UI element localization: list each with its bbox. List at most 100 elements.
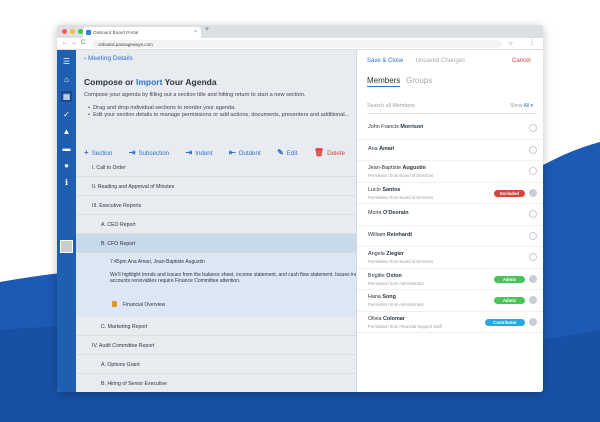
save-close-button[interactable]: Save & Close xyxy=(367,58,403,64)
member-name: Ana Amari xyxy=(368,146,394,152)
member-select-checkbox[interactable] xyxy=(529,145,537,154)
member-last-name: O'Deorain xyxy=(382,210,409,216)
browser-tab[interactable]: OnBoard Board Portal × xyxy=(83,27,201,38)
show-value: All xyxy=(523,103,530,109)
close-window-dot[interactable] xyxy=(62,29,67,34)
minimize-window-dot[interactable] xyxy=(70,29,75,34)
member-row[interactable]: Jean-Baptiste Augustin Permission from Bo… xyxy=(357,161,543,183)
member-name: Angela Ziegler xyxy=(368,251,404,257)
agenda-item[interactable]: IV. Audit Committee Report xyxy=(76,336,356,355)
member-select-checkbox[interactable] xyxy=(529,274,537,283)
member-permission: Permission from Board of Directors xyxy=(368,259,434,264)
attached-document[interactable]: Financial Overview xyxy=(112,301,165,308)
member-first-name: Jean-Baptiste xyxy=(368,165,403,171)
search-members-input[interactable]: Search all Members xyxy=(367,103,415,109)
member-row[interactable]: Moira O'Deorain xyxy=(357,204,543,226)
add-section-button[interactable]: + Section xyxy=(84,148,112,157)
reload-icon[interactable]: C xyxy=(81,40,85,46)
edit-button[interactable]: ✎ Edit xyxy=(277,148,297,157)
member-name: Olivia Colomar xyxy=(368,316,405,322)
members-list: John Francis Morrison Ana Amari Jean-Bapti… xyxy=(357,118,543,333)
button-label: Section xyxy=(91,150,113,157)
back-arrow-icon[interactable]: ← xyxy=(62,40,68,46)
member-select-checkbox[interactable] xyxy=(529,210,537,218)
bullet-item: • Edit your section details to manage pe… xyxy=(88,112,350,118)
role-badge[interactable]: Admin xyxy=(494,297,525,304)
member-row[interactable]: Olivia Colomar Permission from Financial … xyxy=(357,312,543,333)
user-icon[interactable]: ● xyxy=(61,160,72,171)
agenda-subitem[interactable]: A. Options Grant xyxy=(76,355,356,374)
member-select-checkbox[interactable] xyxy=(529,317,537,326)
import-link[interactable]: Import xyxy=(136,77,162,87)
browser-menu-icon[interactable]: ⋮ xyxy=(529,39,535,46)
member-row[interactable]: John Francis Morrison xyxy=(357,118,543,140)
member-last-name: Ziegler xyxy=(386,251,404,257)
member-row[interactable]: Ana Amari xyxy=(357,140,543,161)
member-permission: Permission from Board of Directors xyxy=(368,173,434,178)
member-row[interactable]: William Reinhardt xyxy=(357,226,543,247)
member-name: Hana Song xyxy=(368,294,396,300)
member-select-checkbox[interactable] xyxy=(529,167,537,175)
unsaved-changes-status: · Unsaved Changes xyxy=(412,58,466,64)
member-last-name: Augustin xyxy=(402,165,426,171)
indent-button[interactable]: ⇥ Indent xyxy=(186,148,213,157)
member-select-checkbox[interactable] xyxy=(529,296,537,304)
bookmark-star-icon[interactable]: ☆ xyxy=(508,40,513,47)
subsection-icon: ⇥ xyxy=(128,148,136,157)
forward-arrow-icon[interactable]: → xyxy=(71,40,77,46)
cancel-button[interactable]: Cancel xyxy=(512,58,531,64)
show-filter-dropdown[interactable]: Show All ▾ xyxy=(510,103,533,109)
member-first-name: Lucio xyxy=(368,186,383,193)
role-badge[interactable]: Excluded xyxy=(494,189,525,197)
add-subsection-button[interactable]: ⇥ Subsection xyxy=(129,148,169,157)
document-icon xyxy=(112,301,117,307)
agenda-item[interactable]: II. Reading and Approval of Minutes xyxy=(76,177,356,196)
member-select-checkbox[interactable] xyxy=(529,124,537,132)
agenda-subitem[interactable]: A. CEO Report xyxy=(76,215,356,234)
instruction-bullets: • Drag and drop individual sections to r… xyxy=(88,105,349,119)
member-select-checkbox[interactable] xyxy=(529,231,537,240)
member-last-name: Oxton xyxy=(386,272,402,279)
calendar-icon[interactable]: ▦ xyxy=(61,91,72,102)
agenda-toolbar: + Section ⇥ Subsection ⇥ Indent ⇤ Outdent ✎ E… xyxy=(84,142,356,157)
pencil-icon: ✎ xyxy=(277,148,284,157)
agenda-subitem[interactable]: C. Marketing Report xyxy=(76,317,356,336)
tab-groups[interactable]: Groups xyxy=(406,76,432,85)
menu-icon[interactable]: ☰ xyxy=(61,56,72,67)
folder-icon[interactable]: ▬ xyxy=(61,143,72,154)
meeting-details-back-link[interactable]: ‹ Meeting Details xyxy=(84,55,133,62)
delete-button[interactable]: 🗑 Delete xyxy=(314,148,345,157)
indent-icon: ⇥ xyxy=(185,148,193,157)
member-row[interactable]: Angela Ziegler Permission from Board of D… xyxy=(357,247,543,269)
member-select-checkbox[interactable] xyxy=(529,253,537,261)
check-icon[interactable]: ✓ xyxy=(61,109,72,120)
agenda-item[interactable]: III. Executive Reports xyxy=(76,196,356,215)
bullet-text: Drag and drop individual sections to reo… xyxy=(93,105,236,111)
member-first-name: Moira xyxy=(368,210,383,216)
agenda-item[interactable]: I. Call to Order xyxy=(76,158,356,177)
member-row[interactable]: Hana Song Permission from Administrator Ad… xyxy=(357,290,543,312)
presenter-time: 7:45pm Ana Amari, Jean-Baptiste Augustin xyxy=(110,259,205,265)
member-last-name: Amari xyxy=(379,145,395,152)
member-select-checkbox[interactable] xyxy=(529,188,537,197)
warning-icon[interactable]: ▲ xyxy=(61,126,72,137)
member-row[interactable]: Lucio Santos Permission from Board of Dir… xyxy=(357,183,543,204)
back-label: Meeting Details xyxy=(87,55,133,62)
role-badge[interactable]: Contributor xyxy=(485,318,525,326)
member-last-name: Morrison xyxy=(400,124,424,130)
tab-title: OnBoard Board Portal xyxy=(93,30,139,35)
address-bar: ← → C onboard.passageways.com ☆ ⋮ xyxy=(57,38,543,50)
agenda-subitem[interactable]: B. Hiring of Senior Executive xyxy=(76,374,356,392)
role-badge[interactable]: Admin xyxy=(494,275,525,283)
avatar[interactable] xyxy=(60,240,73,253)
tab-members[interactable]: Members xyxy=(367,76,401,87)
info-icon[interactable]: ℹ xyxy=(61,177,72,188)
agenda-subitem-selected[interactable]: B. CFO Report xyxy=(76,234,356,253)
url-input[interactable]: onboard.passageways.com xyxy=(92,40,502,48)
member-row[interactable]: Brigitte Oxton Permission from Administra… xyxy=(357,269,543,290)
home-icon[interactable]: ⌂ xyxy=(61,74,72,85)
new-tab-button[interactable]: + xyxy=(205,26,209,33)
outdent-icon: ⇤ xyxy=(228,148,236,157)
outdent-button[interactable]: ⇤ Outdent xyxy=(229,148,261,157)
tab-close-icon[interactable]: × xyxy=(194,29,197,35)
